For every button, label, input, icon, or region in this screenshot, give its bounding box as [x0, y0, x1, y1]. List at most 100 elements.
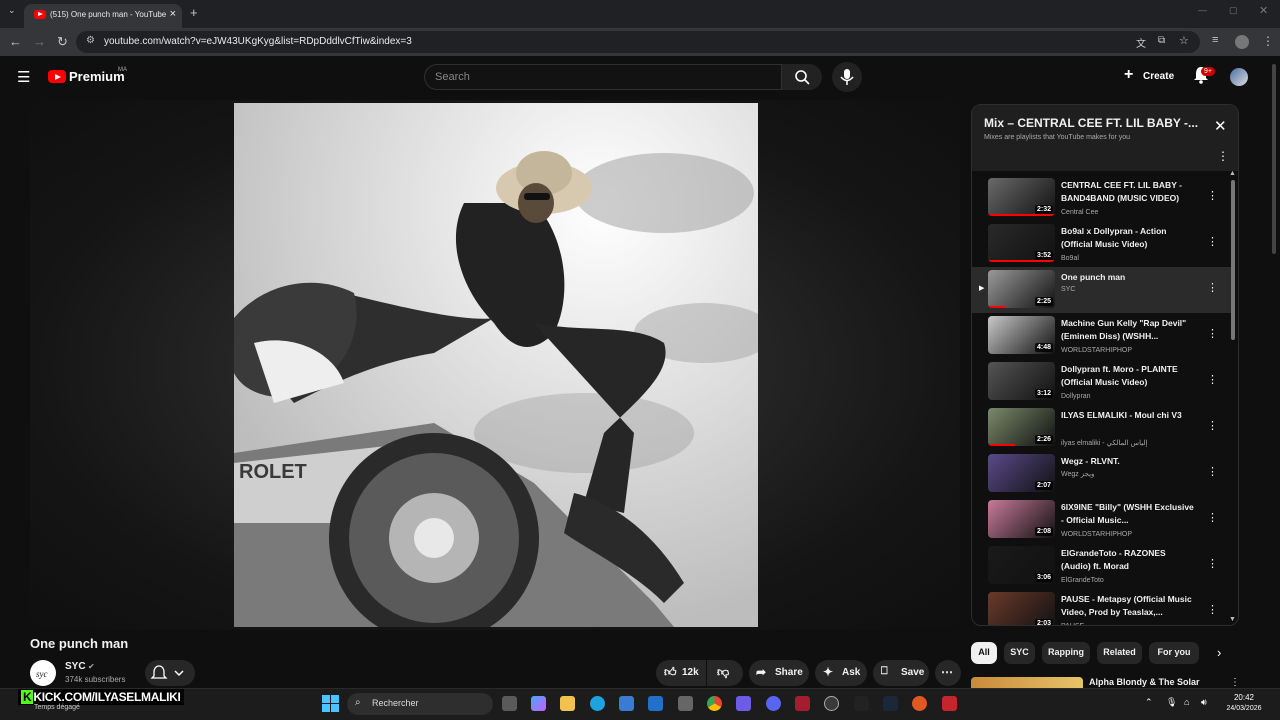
- close-tab-icon[interactable]: ×: [170, 8, 176, 20]
- playlist-title[interactable]: Mix – CENTRAL CEE FT. LIL BABY -...: [984, 116, 1204, 130]
- new-tab-icon[interactable]: +: [190, 5, 198, 20]
- playlist-item[interactable]: 2:07 Wegz - RLVNT. Wegz ويجز ⋮: [972, 451, 1234, 497]
- item-thumbnail[interactable]: 2:03: [988, 592, 1055, 625]
- close-window-icon[interactable]: ✕: [1259, 4, 1268, 17]
- file-explorer-icon[interactable]: [560, 696, 575, 711]
- bookmark-star-icon[interactable]: ☆: [1179, 34, 1189, 47]
- tray-chevron-icon[interactable]: ⌃: [1145, 697, 1153, 708]
- site-info-icon[interactable]: ⚙: [86, 35, 95, 46]
- playlist-scroll-thumb[interactable]: [1231, 180, 1235, 340]
- chips-next-icon[interactable]: ›: [1217, 645, 1221, 660]
- back-icon[interactable]: ←: [9, 34, 22, 49]
- dislike-button[interactable]: 👎︎: [707, 660, 743, 686]
- like-button[interactable]: 👍︎ 12k: [656, 660, 706, 686]
- item-more-icon[interactable]: ⋮: [1207, 465, 1218, 478]
- search-button[interactable]: [782, 64, 822, 90]
- channel-name[interactable]: SYC: [65, 661, 86, 672]
- item-thumbnail[interactable]: 2:08: [988, 500, 1055, 538]
- chip-all[interactable]: All: [971, 642, 997, 664]
- more-actions-button[interactable]: ⋯: [935, 660, 961, 686]
- video-artwork[interactable]: ROLET: [234, 103, 758, 627]
- chip-syc[interactable]: SYC: [1004, 642, 1035, 664]
- network-icon[interactable]: ⌂: [1184, 697, 1189, 707]
- chrome-icon[interactable]: [707, 696, 722, 711]
- item-thumbnail[interactable]: 2:26: [988, 408, 1055, 446]
- translate-icon[interactable]: 文: [1136, 35, 1146, 50]
- app-news-icon[interactable]: [942, 696, 957, 711]
- subscribed-bell-button[interactable]: [145, 660, 195, 686]
- item-thumbnail[interactable]: 3:06: [988, 546, 1055, 584]
- item-thumbnail[interactable]: 3:12: [988, 362, 1055, 400]
- browser-menu-icon[interactable]: ⋮: [1262, 34, 1274, 48]
- inbox-icon[interactable]: [678, 696, 693, 711]
- item-more-icon[interactable]: ⋮: [1207, 189, 1218, 202]
- item-more-icon[interactable]: ⋮: [1207, 419, 1218, 432]
- save-button[interactable]: ⎕ Save: [873, 660, 929, 686]
- reload-icon[interactable]: ↻: [57, 34, 68, 50]
- playlist-item[interactable]: 3:12 Dollypran ft. Moro - PLAINTE (Offici…: [972, 359, 1234, 405]
- steam-icon[interactable]: [883, 696, 898, 711]
- next-video-title[interactable]: Alpha Blondy & The Solar: [1089, 677, 1200, 687]
- clock-date[interactable]: 24/03/2026: [1221, 705, 1267, 712]
- close-playlist-icon[interactable]: ✕: [1214, 117, 1227, 135]
- playlist-item[interactable]: 3:06 ElGrandeToto - RAZONES (Audio) ft. M…: [972, 543, 1234, 589]
- playlist-item[interactable]: 2:32 CENTRAL CEE FT. LIL BABY - BAND4BAND…: [972, 175, 1234, 221]
- chip-rapping[interactable]: Rapping: [1042, 642, 1090, 664]
- scroll-up-icon[interactable]: ▲: [1229, 170, 1236, 177]
- playlist-item[interactable]: ▶ 2:25 One punch man SYC ⋮: [972, 267, 1234, 313]
- create-button[interactable]: + Create: [1122, 64, 1176, 88]
- scroll-down-icon[interactable]: ▼: [1229, 616, 1236, 623]
- item-more-icon[interactable]: ⋮: [1207, 373, 1218, 386]
- item-thumbnail[interactable]: 3:52: [988, 224, 1055, 262]
- item-more-icon[interactable]: ⋮: [1207, 511, 1218, 524]
- windows-start-icon[interactable]: [322, 695, 339, 712]
- app-a-icon[interactable]: [795, 696, 810, 711]
- app-icon[interactable]: [854, 696, 869, 711]
- brave-icon[interactable]: [912, 696, 927, 711]
- game-icon[interactable]: [736, 696, 751, 711]
- task-view-icon[interactable]: [502, 696, 517, 711]
- clock-time[interactable]: 20:42: [1221, 693, 1267, 702]
- browser-tab[interactable]: (515) One punch man - YouTube ×: [24, 4, 182, 28]
- store-icon[interactable]: [619, 696, 634, 711]
- account-avatar[interactable]: [1230, 68, 1248, 86]
- page-scrollbar[interactable]: [1272, 64, 1276, 254]
- volume-icon[interactable]: 🔊︎: [1201, 697, 1207, 708]
- ask-button[interactable]: ✦ Ask: [815, 660, 867, 686]
- playlist-more-icon[interactable]: ⋮: [1217, 149, 1229, 163]
- search-input[interactable]: Search: [424, 64, 782, 90]
- youtube-logo-icon[interactable]: [48, 70, 66, 83]
- playlist-item[interactable]: 3:52 Bo9al x Dollypran - Action (Official…: [972, 221, 1234, 267]
- item-more-icon[interactable]: ⋮: [1207, 327, 1218, 340]
- forward-icon[interactable]: →: [33, 34, 46, 49]
- playlist-item[interactable]: 2:03 PAUSE - Metapsy (Official Music Vide…: [972, 589, 1234, 625]
- chip-for-you[interactable]: For you: [1149, 642, 1199, 664]
- chip-related[interactable]: Related: [1097, 642, 1142, 664]
- item-thumbnail[interactable]: 4:48: [988, 316, 1055, 354]
- item-thumbnail[interactable]: 2:25: [988, 270, 1055, 308]
- item-thumbnail[interactable]: 2:07: [988, 454, 1055, 492]
- item-more-icon[interactable]: ⋮: [1207, 557, 1218, 570]
- playlist-item[interactable]: 2:08 6IX9INE "Billy" (WSHH Exclusive - Of…: [972, 497, 1234, 543]
- maximize-icon[interactable]: ▢: [1229, 5, 1238, 16]
- mic-tray-icon[interactable]: 🎙︎: [1166, 697, 1177, 708]
- share-button[interactable]: ➦ Share: [749, 660, 809, 686]
- tab-list-icon[interactable]: ⌄: [8, 5, 16, 16]
- reading-list-icon[interactable]: ≡: [1212, 34, 1218, 46]
- item-thumbnail[interactable]: 2:32: [988, 178, 1055, 216]
- copilot-icon[interactable]: [531, 696, 546, 711]
- outlook-icon[interactable]: [648, 696, 663, 711]
- next-video-more-icon[interactable]: ⋮: [1230, 677, 1240, 688]
- hamburger-menu-icon[interactable]: ☰: [17, 68, 30, 86]
- playlist-item[interactable]: 2:26 ILYAS ELMALIKI - Moul chi V3 ilyas el…: [972, 405, 1234, 451]
- item-more-icon[interactable]: ⋮: [1207, 281, 1218, 294]
- minimize-icon[interactable]: —: [1198, 5, 1207, 15]
- active-app-icon[interactable]: [824, 696, 839, 711]
- item-more-icon[interactable]: ⋮: [1207, 603, 1218, 616]
- voice-search-button[interactable]: [832, 62, 862, 92]
- discord-icon[interactable]: [766, 696, 781, 711]
- edge-browser-icon[interactable]: [590, 696, 605, 711]
- url-field[interactable]: ⚙ youtube.com/watch?v=eJW43UKgKyg&list=R…: [76, 31, 1200, 53]
- install-icon[interactable]: ⧉: [1158, 35, 1165, 46]
- profile-avatar[interactable]: [1235, 35, 1249, 49]
